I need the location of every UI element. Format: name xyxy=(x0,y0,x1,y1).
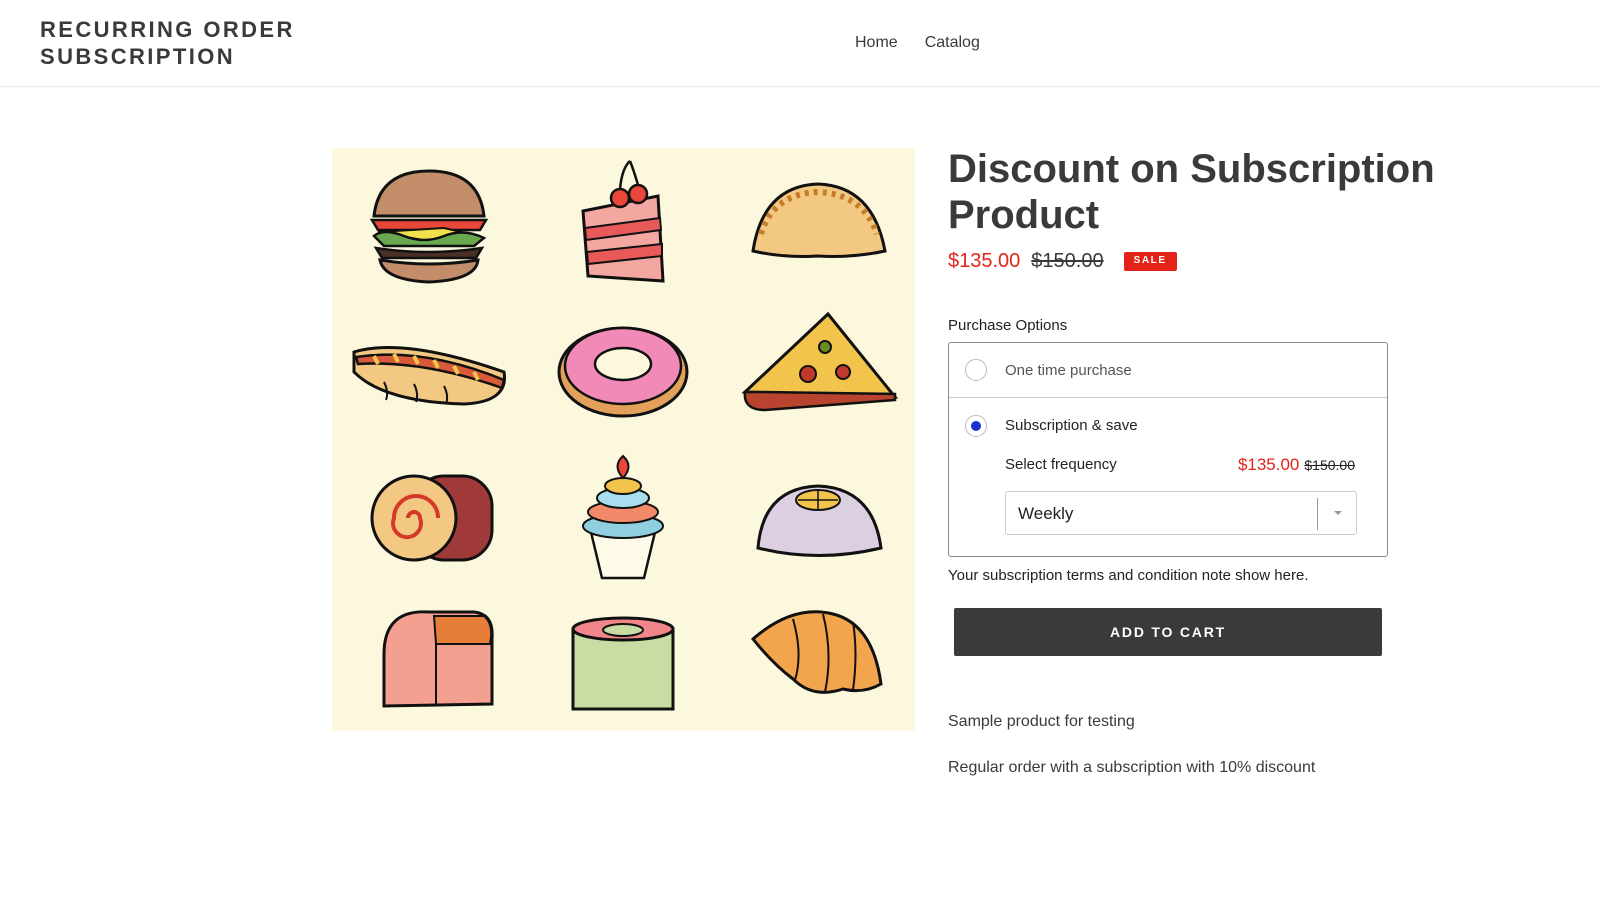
one-time-purchase-option[interactable]: One time purchase xyxy=(949,343,1387,398)
frequency-sale-price: $135.00 xyxy=(1237,455,1300,474)
one-time-label: One time purchase xyxy=(1005,361,1132,379)
site-header: RECURRING ORDER SUBSCRIPTION Home Catalo… xyxy=(0,0,1600,87)
taco-icon xyxy=(721,148,915,294)
sale-price: $135.00 xyxy=(948,250,1021,272)
cupcake-icon xyxy=(526,440,720,586)
select-divider xyxy=(1317,498,1318,530)
terms-note: Your subscription terms and condition no… xyxy=(948,567,1309,584)
swiss-roll-icon xyxy=(332,440,526,586)
subscription-radio[interactable] xyxy=(965,414,987,437)
price-row: $135.00 $150.00 SALE xyxy=(948,250,1177,273)
sushi-icon xyxy=(526,586,720,731)
purchase-options-box: One time purchase Subscription & save Se… xyxy=(948,342,1388,557)
product-title: Discount on Subscription Product xyxy=(948,147,1435,237)
frequency-selected-value: Weekly xyxy=(1018,504,1074,523)
hotdog-icon xyxy=(332,294,526,440)
nav-link-catalog[interactable]: Catalog xyxy=(925,33,980,53)
one-time-radio[interactable] xyxy=(965,359,987,381)
cake-slice-icon xyxy=(526,148,720,294)
burger-icon xyxy=(332,148,526,294)
frequency-price: $135.00 $150.00 xyxy=(1238,455,1355,475)
subscription-label: Subscription & save xyxy=(1005,417,1138,434)
frequency-select[interactable]: Weekly xyxy=(1005,491,1357,535)
donut-icon xyxy=(526,294,720,440)
croissant-icon xyxy=(721,586,915,731)
product-image[interactable] xyxy=(332,148,915,731)
select-frequency-label: Select frequency xyxy=(1005,456,1117,473)
pudding-icon xyxy=(721,440,915,586)
sale-badge: SALE xyxy=(1123,252,1177,271)
subscription-option[interactable]: Subscription & save xyxy=(949,398,1387,453)
nav-link-home[interactable]: Home xyxy=(855,33,898,53)
chevron-down-icon[interactable] xyxy=(1334,511,1342,515)
compare-price: $150.00 xyxy=(1031,250,1104,272)
main-nav: Home Catalog xyxy=(855,33,980,53)
frequency-compare-price: $150.00 xyxy=(1304,457,1355,473)
product-description-line-1: Sample product for testing xyxy=(948,713,1135,730)
logo-line-2: SUBSCRIPTION xyxy=(40,44,236,69)
store-logo[interactable]: RECURRING ORDER SUBSCRIPTION xyxy=(40,16,340,70)
pizza-slice-icon xyxy=(721,294,915,440)
bread-icon xyxy=(332,586,526,731)
product-description-line-2: Regular order with a subscription with 1… xyxy=(948,759,1316,776)
logo-line-1: RECURRING ORDER xyxy=(40,17,295,42)
add-to-cart-button[interactable]: ADD TO CART xyxy=(954,608,1382,656)
purchase-options-label: Purchase Options xyxy=(948,317,1068,334)
